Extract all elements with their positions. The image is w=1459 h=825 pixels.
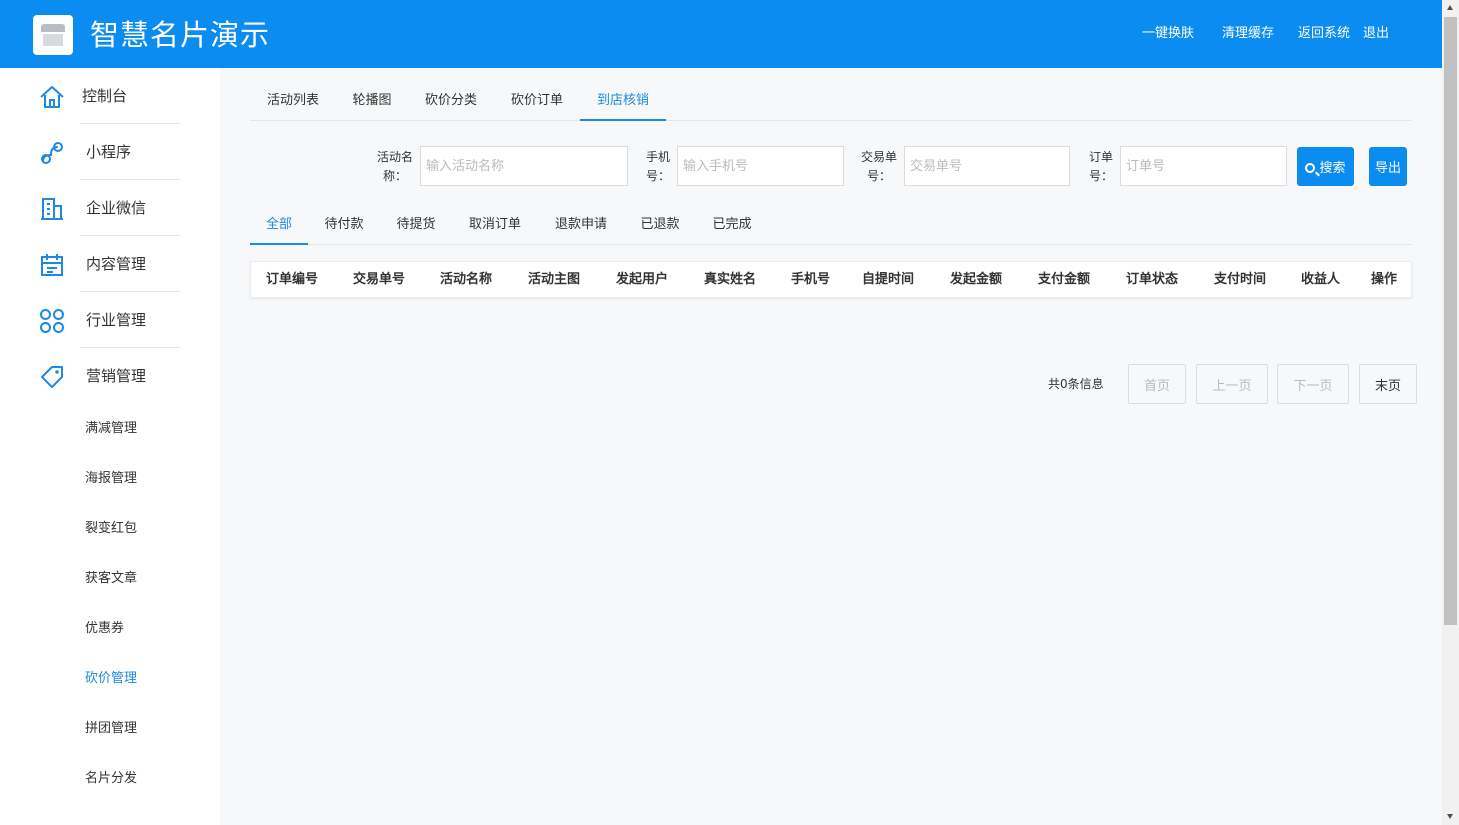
- sidebar-item-label: 营销管理: [86, 367, 147, 385]
- sidebar-sub-card-distribution[interactable]: 名片分发: [85, 770, 137, 788]
- sidebar-item-dashboard[interactable]: 控制台: [0, 68, 220, 124]
- scroll-down-arrow-icon[interactable]: [1447, 814, 1453, 819]
- top-tabs: 活动列表 轮播图 砍价分类 砍价订单 到店核销: [250, 82, 1412, 121]
- orders-table-header: 订单编号 交易单号 活动名称 活动主图 发起用户 真实姓名 手机号 自提时间 发…: [250, 261, 1412, 298]
- back-to-system-link[interactable]: 返回系统: [1298, 25, 1350, 43]
- top-header: 智慧名片演示 一键换肤 清理缓存 返回系统 退出: [0, 0, 1442, 68]
- tab-bargain-orders[interactable]: 砍价订单: [494, 82, 580, 120]
- sidebar-sub-red-packet[interactable]: 裂变红包: [85, 520, 137, 538]
- export-button[interactable]: 导出: [1369, 147, 1407, 186]
- sidebar-item-label: 内容管理: [86, 255, 147, 273]
- scroll-up-arrow-icon[interactable]: [1447, 5, 1453, 10]
- calendar-icon: [41, 254, 63, 276]
- sidebar-item-label: 行业管理: [86, 311, 147, 329]
- sidebar-item-wecom[interactable]: 企业微信: [0, 180, 220, 236]
- scrollbar-thumb[interactable]: [1444, 17, 1457, 625]
- tab-status-pickup[interactable]: 待提货: [380, 206, 452, 244]
- tab-activity-list[interactable]: 活动列表: [250, 82, 336, 120]
- tag-icon: [41, 366, 63, 388]
- sidebar-sub-full-reduction[interactable]: 满减管理: [85, 420, 137, 438]
- column-header[interactable]: 活动名称: [440, 271, 492, 289]
- status-tabs: 全部 待付款 待提货 取消订单 退款申请 已退款 已完成: [250, 206, 1412, 245]
- sidebar-item-miniprogram[interactable]: 小程序: [0, 124, 220, 180]
- building-icon: [41, 198, 63, 220]
- pager-total-info: 共0条信息: [1048, 377, 1104, 391]
- column-header[interactable]: 交易单号: [353, 271, 405, 289]
- tab-status-refunded[interactable]: 已退款: [624, 206, 696, 244]
- page-scrollbar[interactable]: [1442, 0, 1459, 825]
- app-title: 智慧名片演示: [90, 18, 271, 52]
- sidebar: 控制台 小程序 企业微信 内容管理 行业管理 营销管理 满减管理 海报管理 裂变…: [0, 68, 220, 825]
- tab-status-all[interactable]: 全部: [250, 206, 308, 245]
- column-header[interactable]: 支付时间: [1214, 271, 1266, 289]
- pager-prev-button[interactable]: 上一页: [1196, 364, 1268, 404]
- column-header[interactable]: 订单状态: [1126, 271, 1178, 289]
- clear-cache-link[interactable]: 清理缓存: [1222, 25, 1274, 43]
- sidebar-sub-articles[interactable]: 获客文章: [85, 570, 137, 588]
- sidebar-item-industry[interactable]: 行业管理: [0, 292, 220, 348]
- sidebar-item-label: 控制台: [82, 87, 128, 105]
- sidebar-sub-group-buy[interactable]: 拼团管理: [85, 720, 137, 738]
- home-icon: [40, 86, 64, 108]
- phone-label: 手机号：: [645, 150, 670, 183]
- sidebar-item-label: 企业微信: [86, 199, 147, 217]
- grid-icon: [40, 309, 64, 333]
- activity-name-input[interactable]: [420, 146, 628, 186]
- sidebar-item-marketing[interactable]: 营销管理: [0, 348, 220, 404]
- column-header[interactable]: 支付金额: [1038, 271, 1090, 289]
- phone-input[interactable]: [677, 146, 844, 186]
- tab-status-refund-request[interactable]: 退款申请: [538, 206, 624, 244]
- order-no-input[interactable]: [1120, 146, 1287, 186]
- tab-status-completed[interactable]: 已完成: [696, 206, 768, 244]
- column-header[interactable]: 收益人: [1301, 271, 1340, 289]
- search-icon: [1305, 163, 1316, 173]
- column-header[interactable]: 发起用户: [616, 271, 668, 289]
- sidebar-sub-coupon[interactable]: 优惠券: [85, 620, 124, 638]
- activity-name-label: 活动名称：: [376, 150, 413, 183]
- sidebar-sub-bargain[interactable]: 砍价管理: [85, 670, 137, 688]
- column-header[interactable]: 活动主图: [528, 271, 580, 289]
- tab-bargain-category[interactable]: 砍价分类: [408, 82, 494, 120]
- order-no-label: 订单号：: [1088, 150, 1113, 183]
- tab-banner[interactable]: 轮播图: [336, 82, 408, 120]
- search-button[interactable]: 搜索: [1297, 147, 1354, 186]
- sidebar-item-content[interactable]: 内容管理: [0, 236, 220, 292]
- column-header[interactable]: 操作: [1371, 271, 1397, 289]
- column-header[interactable]: 发起金额: [950, 271, 1002, 289]
- column-header[interactable]: 手机号: [791, 271, 830, 289]
- tab-store-verification[interactable]: 到店核销: [580, 82, 666, 121]
- column-header[interactable]: 订单编号: [266, 271, 318, 289]
- link-icon: [41, 142, 63, 164]
- pager-first-button[interactable]: 首页: [1128, 364, 1186, 404]
- store-logo-icon: [33, 15, 73, 55]
- sidebar-item-label: 小程序: [86, 143, 132, 161]
- column-header[interactable]: 真实姓名: [704, 271, 756, 289]
- tab-status-cancelled[interactable]: 取消订单: [452, 206, 538, 244]
- logout-link[interactable]: 退出: [1363, 25, 1389, 43]
- pager-last-button[interactable]: 末页: [1359, 364, 1417, 404]
- switch-skin-link[interactable]: 一键换肤: [1142, 25, 1194, 43]
- trade-no-input[interactable]: [904, 146, 1070, 186]
- pager-next-button[interactable]: 下一页: [1277, 364, 1349, 404]
- column-header[interactable]: 自提时间: [862, 271, 914, 289]
- sidebar-sub-poster[interactable]: 海报管理: [85, 470, 137, 488]
- trade-no-label: 交易单号：: [860, 150, 897, 183]
- tab-status-unpaid[interactable]: 待付款: [308, 206, 380, 244]
